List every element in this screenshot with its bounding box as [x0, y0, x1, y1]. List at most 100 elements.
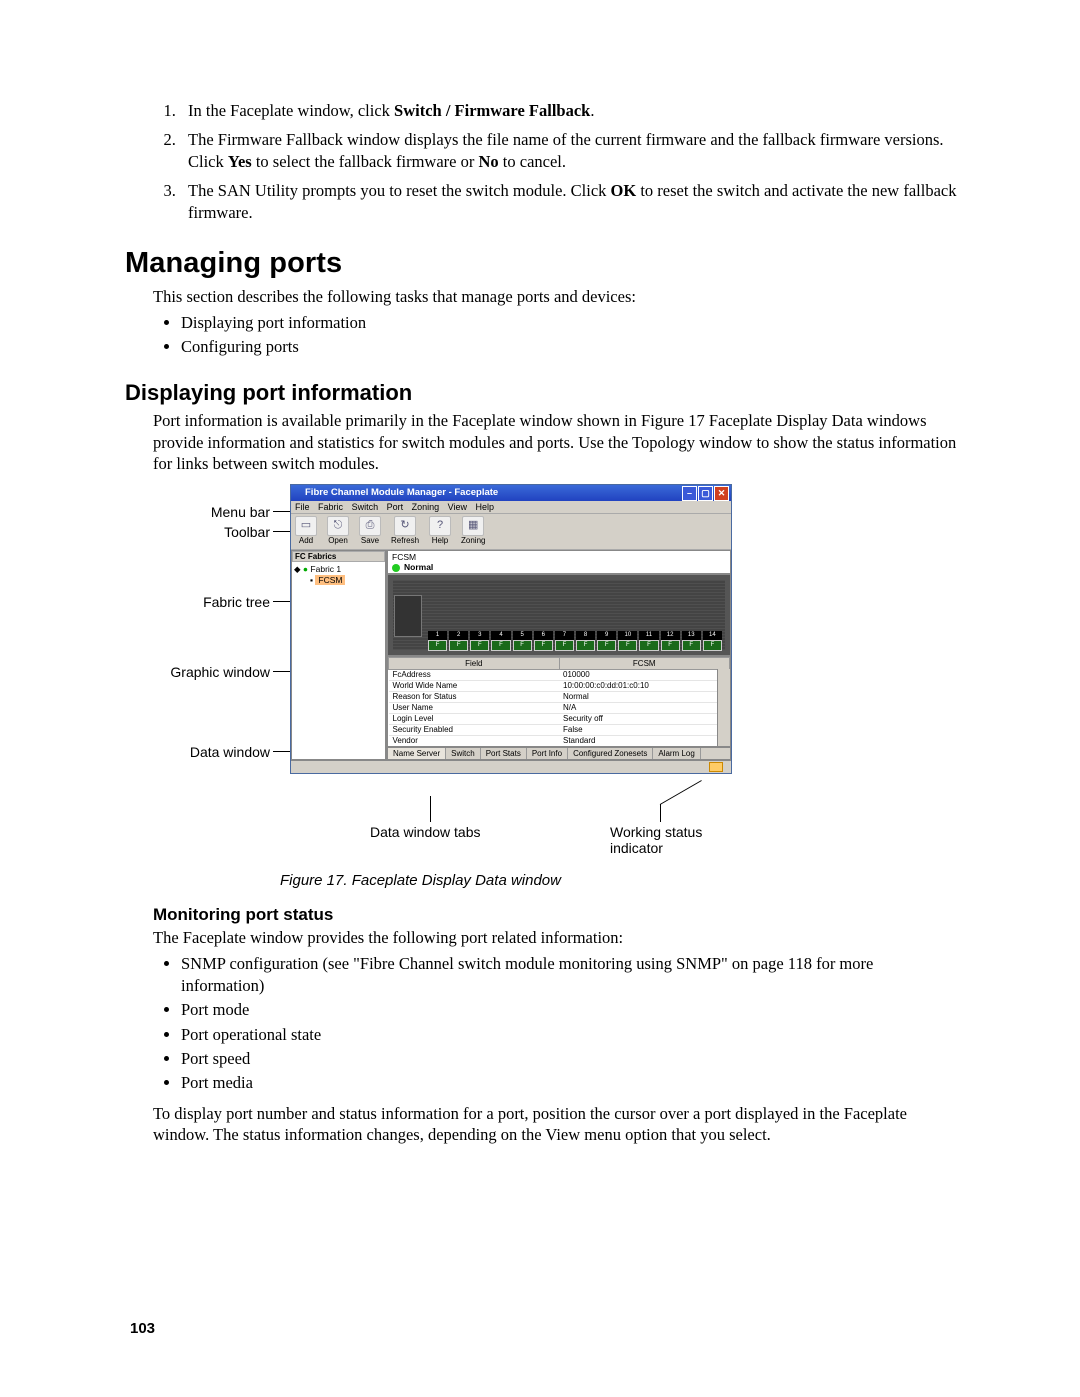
- open-icon: ⎋: [327, 516, 349, 536]
- para: The Faceplate window provides the follow…: [153, 927, 960, 948]
- toolbar-add[interactable]: ▭Add: [295, 516, 317, 545]
- status-dot-icon: [392, 564, 400, 572]
- tab-port-stats[interactable]: Port Stats: [481, 748, 527, 759]
- table-row[interactable]: Login LevelSecurity off: [389, 714, 730, 725]
- faceplate-diagram: Menu bar Toolbar Fabric tree Graphic win…: [160, 484, 860, 854]
- port-number: 9: [597, 631, 616, 640]
- menu-port[interactable]: Port: [387, 502, 404, 512]
- toolbar-help[interactable]: ?Help: [429, 516, 451, 545]
- menu-zoning[interactable]: Zoning: [412, 502, 440, 512]
- heading-managing-ports: Managing ports: [125, 247, 960, 280]
- port-slot[interactable]: F: [491, 640, 510, 651]
- port-slot[interactable]: F: [661, 640, 680, 651]
- port-slot[interactable]: F: [682, 640, 701, 651]
- port-slot[interactable]: F: [618, 640, 637, 651]
- list-item: Port mode: [181, 999, 960, 1021]
- step-3: The SAN Utility prompts you to reset the…: [180, 180, 960, 223]
- step-1: In the Faceplate window, click Switch / …: [180, 100, 960, 121]
- table-row[interactable]: User NameN/A: [389, 703, 730, 714]
- menu-view[interactable]: View: [448, 502, 467, 512]
- scrollbar[interactable]: [717, 669, 730, 746]
- fabric-tree[interactable]: FC Fabrics ◆ ● Fabric 1 ▪ FCSM: [291, 550, 386, 760]
- table-row[interactable]: Reason for StatusNormal: [389, 692, 730, 703]
- port-slot[interactable]: F: [597, 640, 616, 651]
- port-slot[interactable]: F: [513, 640, 532, 651]
- port-slot[interactable]: F: [555, 640, 574, 651]
- col-value: FCSM: [559, 658, 730, 670]
- port-number: 13: [682, 631, 701, 640]
- toolbar: ▭Add ⎋Open ⎙Save ↻Refresh ?Help ▦Zoning: [291, 514, 731, 550]
- close-icon[interactable]: ✕: [714, 486, 729, 501]
- minimize-icon[interactable]: –: [682, 486, 697, 501]
- table-row[interactable]: World Wide Name10:00:00:c0:dd:01:c0:10: [389, 681, 730, 692]
- toolbar-refresh[interactable]: ↻Refresh: [391, 516, 419, 545]
- numbered-steps: In the Faceplate window, click Switch / …: [125, 100, 960, 223]
- toolbar-zoning[interactable]: ▦Zoning: [461, 516, 485, 545]
- port-slot[interactable]: F: [449, 640, 468, 651]
- para: To display port number and status inform…: [153, 1103, 960, 1146]
- refresh-icon: ↻: [394, 516, 416, 536]
- port-number: 14: [703, 631, 722, 640]
- menu-help[interactable]: Help: [476, 502, 495, 512]
- menu-bar[interactable]: File Fabric Switch Port Zoning View Help: [291, 501, 731, 514]
- tree-header: FC Fabrics: [292, 551, 385, 562]
- task-list: Displaying port information Configuring …: [153, 312, 960, 359]
- tab-port-info[interactable]: Port Info: [527, 748, 568, 759]
- faceplate-window: Fibre Channel Module Manager - Faceplate…: [290, 484, 732, 774]
- port-number: 10: [618, 631, 637, 640]
- status-header: FCSM Normal: [387, 550, 731, 574]
- label-data-window: Data window: [160, 744, 270, 760]
- port-number: 4: [491, 631, 510, 640]
- port-slot[interactable]: F: [534, 640, 553, 651]
- table-row[interactable]: FcAddress010000: [389, 670, 730, 681]
- text: to select the fallback firmware or: [252, 152, 479, 171]
- bold: No: [479, 152, 499, 171]
- figure-caption: Figure 17. Faceplate Display Data window: [280, 872, 960, 889]
- menu-file[interactable]: File: [295, 502, 310, 512]
- port-number: 11: [639, 631, 658, 640]
- tab-name-server[interactable]: Name Server: [388, 748, 446, 759]
- label-working-status-indicator: Working status indicator: [610, 824, 730, 856]
- bold: OK: [611, 181, 637, 200]
- zoning-icon: ▦: [462, 516, 484, 536]
- list-item: Port media: [181, 1072, 960, 1094]
- maximize-icon[interactable]: ▢: [698, 486, 713, 501]
- toolbar-open[interactable]: ⎋Open: [327, 516, 349, 545]
- window-statusbar: [291, 760, 731, 773]
- port-slot[interactable]: F: [428, 640, 447, 651]
- port-slot[interactable]: F: [470, 640, 489, 651]
- list-item: Configuring ports: [181, 336, 960, 358]
- port-slot[interactable]: F: [703, 640, 722, 651]
- table-row[interactable]: Security EnabledFalse: [389, 725, 730, 736]
- port-number: 3: [470, 631, 489, 640]
- heading-displaying-port-info: Displaying port information: [125, 380, 960, 406]
- graphic-window[interactable]: 1234567891011121314 FFFFFFFFFFFFFF: [387, 574, 731, 656]
- menu-switch[interactable]: Switch: [352, 502, 379, 512]
- table-row[interactable]: Flash VersionV1.4.0.47-0: [389, 747, 730, 748]
- port-number: 7: [555, 631, 574, 640]
- window-titlebar[interactable]: Fibre Channel Module Manager - Faceplate…: [291, 485, 731, 501]
- menu-fabric[interactable]: Fabric: [318, 502, 343, 512]
- page-number: 103: [130, 1320, 155, 1337]
- list-item: Port operational state: [181, 1024, 960, 1046]
- add-icon: ▭: [295, 516, 317, 536]
- port-slot[interactable]: F: [639, 640, 658, 651]
- list-item: Displaying port information: [181, 312, 960, 334]
- main-pane: FCSM Normal 1234567891011121314 FFFFFFFF…: [386, 550, 731, 760]
- tab-switch[interactable]: Switch: [446, 748, 481, 759]
- window-title: Fibre Channel Module Manager - Faceplate: [305, 487, 498, 498]
- toolbar-save[interactable]: ⎙Save: [359, 516, 381, 545]
- tree-item-selected[interactable]: ▪ FCSM: [310, 575, 383, 585]
- tab-alarm-log[interactable]: Alarm Log: [653, 748, 700, 759]
- port-info-list: SNMP configuration (see "Fibre Channel s…: [153, 953, 960, 1095]
- tree-item[interactable]: ◆ ● Fabric 1: [294, 564, 383, 575]
- label-toolbar: Toolbar: [160, 524, 270, 540]
- table-row[interactable]: VendorStandard: [389, 736, 730, 747]
- step-2: The Firmware Fallback window displays th…: [180, 129, 960, 172]
- label-data-window-tabs: Data window tabs: [370, 824, 481, 840]
- port-slot[interactable]: F: [576, 640, 595, 651]
- save-icon: ⎙: [359, 516, 381, 536]
- port-number: 8: [576, 631, 595, 640]
- data-window[interactable]: FieldFCSM FcAddress010000World Wide Name…: [387, 656, 731, 747]
- tab-configured-zonesets[interactable]: Configured Zonesets: [568, 748, 653, 759]
